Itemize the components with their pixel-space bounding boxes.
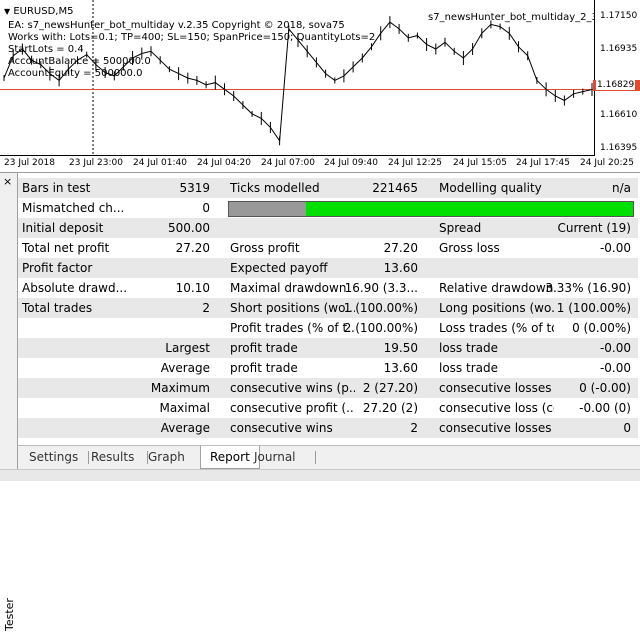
- report-row: Mismatched ch... 0: [18, 198, 638, 218]
- report-cell-v1: [128, 258, 210, 278]
- report-cell-v3: 3.33% (16.90): [545, 281, 631, 295]
- report-cell-v2: [318, 218, 418, 238]
- time-tick: 24 Jul 09:40: [324, 158, 378, 168]
- report-row: Maximal consecutive profit (... 27.20 (2) c…: [18, 398, 638, 418]
- price-tick: 1.17150: [600, 11, 638, 21]
- time-tick: 23 Jul 23:00: [69, 158, 123, 168]
- tester-panel-sidebar: × Tester: [0, 173, 18, 631]
- report-cell-v1: 0: [202, 201, 210, 215]
- report-row: Initial deposit 500.00 Spread Current (19): [18, 218, 638, 238]
- report-cell-v3: -0.00: [599, 341, 631, 355]
- tab-settings[interactable]: Settings: [20, 446, 87, 468]
- report-cell-v3: [518, 258, 631, 278]
- time-tick: 24 Jul 15:05: [453, 158, 507, 168]
- report-cell-v2: 13.60: [383, 361, 418, 375]
- report-cell-v2: 16.90 (3.3...: [344, 281, 418, 295]
- report-row: Maximum consecutive wins (p... 2 (27.20) co…: [18, 378, 638, 398]
- price-axis: 1.17150 1.16935 1.16610 1.16395: [594, 0, 640, 155]
- close-icon[interactable]: ×: [3, 175, 12, 188]
- report-row: Profit factor Expected payoff 13.60: [18, 258, 638, 278]
- report-cell-v2: 2 (100.00%): [343, 321, 418, 335]
- report-cell-v3: Current (19): [557, 221, 631, 235]
- report-cell-v3: 0 (0.00%): [572, 321, 631, 335]
- report-row: Bars in test 5319 Ticks modelled 221465 Mode…: [18, 178, 638, 198]
- report-cell-v3: 1 (100.00%): [556, 301, 631, 315]
- tester-title: Tester: [3, 598, 16, 631]
- ea-settings-line: Works with: Lots=0.1; TP=400; SL=150; Sp…: [8, 32, 376, 43]
- report-cell-v1: 5319: [179, 181, 210, 195]
- report-cell-v3: -0.00: [599, 361, 631, 375]
- start-lots-line: StartLots = 0.4: [8, 44, 84, 55]
- time-tick: 24 Jul 01:40: [133, 158, 187, 168]
- report-row: Total trades 2 Short positions (wo... 1 (10…: [18, 298, 638, 318]
- report-cell-v2: 221465: [372, 181, 418, 195]
- time-tick: 24 Jul 20:25: [580, 158, 634, 168]
- time-tick: 24 Jul 12:25: [388, 158, 442, 168]
- tab-results[interactable]: Results: [82, 446, 143, 468]
- report-cell-v2: 19.50: [383, 341, 418, 355]
- price-tick: 1.16395: [600, 143, 638, 153]
- report-cell-v1: Average: [160, 421, 210, 435]
- report-cell-v1: Average: [160, 361, 210, 375]
- report-cell-v1: Maximal: [159, 401, 210, 415]
- report-row: Largest profit trade 19.50 loss trade -0.00: [18, 338, 638, 358]
- report-cell-v2: 13.60: [383, 261, 418, 275]
- symbol-label: ▼ EURUSD,M5: [4, 6, 74, 17]
- report-row: Average profit trade 13.60 loss trade -0.00: [18, 358, 638, 378]
- price-tick: 1.16610: [600, 110, 638, 120]
- status-strip: [0, 469, 640, 481]
- report-cell-v1: Maximum: [150, 381, 210, 395]
- report-cell-v3: -0.00 (0): [579, 401, 631, 415]
- time-tick: 23 Jul 2018: [4, 158, 55, 168]
- price-tick: 1.16935: [600, 44, 638, 54]
- report-cell-v2: 2 (27.20): [362, 381, 418, 395]
- report-cell-v2: 27.20: [383, 241, 418, 255]
- report-cell-v3: 0: [623, 421, 631, 435]
- account-equity-line: AccountEquity = 500000.0: [8, 68, 143, 79]
- report-cell-v1: 27.20: [175, 241, 210, 255]
- report-cell-v1: [128, 318, 210, 338]
- report-table: Bars in test 5319 Ticks modelled 221465 Mode…: [18, 178, 638, 440]
- report-row: Total net profit 27.20 Gross profit 27.20 Gr…: [18, 238, 638, 258]
- time-tick: 24 Jul 04:20: [197, 158, 251, 168]
- report-cell-v1: 500.00: [168, 221, 210, 235]
- report-cell-v3: 0 (-0.00): [579, 381, 631, 395]
- report-cell-v1: Largest: [165, 341, 210, 355]
- time-axis: 23 Jul 2018 23 Jul 23:00 24 Jul 01:40 24…: [0, 155, 634, 172]
- report-cell-v2: 1 (100.00%): [343, 301, 418, 315]
- modelling-quality-bar: [228, 201, 634, 217]
- account-balance-line: AccountBalance = 500000.0: [8, 56, 151, 67]
- ea-info-line: EA: s7_newsHunter_bot_multiday v.2.35 Co…: [8, 20, 345, 31]
- price-chart[interactable]: ▼ EURUSD,M5 EA: s7_newsHunter_bot_multid…: [0, 0, 640, 173]
- time-tick: 24 Jul 17:45: [516, 158, 570, 168]
- time-tick: 24 Jul 07:00: [261, 158, 315, 168]
- current-price-tag: 1.16829: [593, 80, 640, 91]
- report-cell-v1: 10.10: [175, 281, 210, 295]
- tab-graph[interactable]: Graph: [139, 446, 194, 468]
- report-cell-v2: 27.20 (2): [362, 401, 418, 415]
- ea-name-label: s7_newsHunter_bot_multiday_2_35 ☺: [428, 10, 620, 24]
- tester-tabs: Settings Results Graph Report Journal: [18, 445, 640, 469]
- tab-journal[interactable]: Journal: [245, 446, 305, 468]
- report-cell-v3: n/a: [611, 181, 631, 195]
- report-row: Average consecutive wins 2 consecutive loss…: [18, 418, 638, 438]
- report-cell-v2: 2: [410, 421, 418, 435]
- report-row: Profit trades (% of t... 2 (100.00%) Loss …: [18, 318, 638, 338]
- report-cell-v3: -0.00: [599, 241, 631, 255]
- modelling-quality-fill: [306, 202, 633, 216]
- report-cell-v1: 2: [202, 301, 210, 315]
- report-row: Absolute drawd... 10.10 Maximal drawdown 16…: [18, 278, 638, 298]
